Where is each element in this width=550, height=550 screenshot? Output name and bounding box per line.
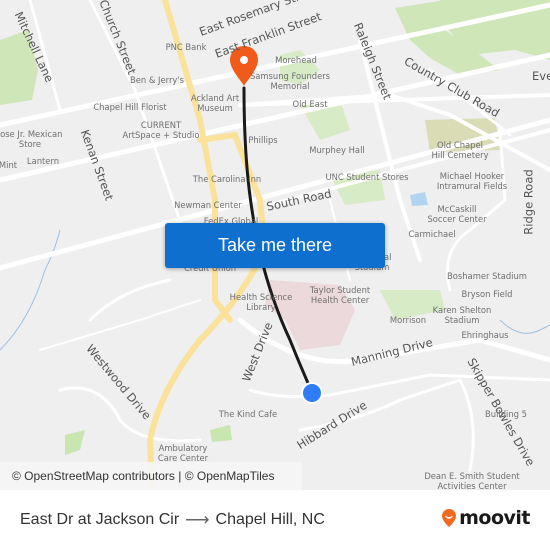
origin-name: East Dr at Jackson Cir (20, 511, 180, 528)
place-label: Old Chapel Hill Cemetery (431, 140, 488, 160)
place-label-line: ArtSpace + Studio (122, 130, 200, 140)
pond (410, 192, 428, 206)
place-label: Chapel Hill Florist (93, 102, 167, 112)
place-label: The Carolina Inn (192, 174, 262, 184)
place-label: Ambulatory Care Center (158, 443, 208, 463)
place-label: Bryson Field (461, 289, 513, 299)
moovit-logo: moovit (441, 507, 530, 529)
place-label: Phillips (248, 135, 278, 145)
map-attribution[interactable]: © OpenStreetMap contributors | © OpenMap… (0, 462, 302, 490)
place-label: Lantern (26, 156, 60, 166)
place-label: Mint (0, 160, 18, 170)
place-label-line: Dean E. Smith Student (424, 471, 520, 481)
street-label: Ridge Road (521, 169, 536, 235)
place-label: PNC Bank (165, 42, 207, 52)
arrow-right-icon: ⟶ (185, 510, 210, 529)
place-label: Samsung Founders Memorial (250, 71, 330, 91)
place-label: The Kind Cafe (218, 409, 278, 419)
place-label: CURRENT ArtSpace + Studio (123, 120, 200, 140)
park-area (65, 430, 85, 455)
place-label: Karen Shelton Stadium (433, 305, 492, 325)
moovit-wordmark: moovit (459, 507, 530, 529)
place-label: Health Science Library (230, 292, 293, 312)
place-label: UNC Student Stores (325, 172, 409, 182)
park-area (210, 425, 232, 442)
place-label-line: Old Chapel (437, 140, 483, 150)
place-label-line: CURRENT (140, 120, 182, 130)
place-label-line: Stadium (444, 315, 480, 325)
place-label: Ben & Jerry's (129, 75, 185, 85)
place-label: Michael Hooker Intramural Fields (437, 171, 507, 191)
place-label: Taylor Student Health Center (310, 285, 370, 305)
place-label-line: Taylor Student (309, 285, 371, 295)
place-label-line: Samsung Founders (249, 71, 331, 81)
place-label-line: Ackland Art (190, 93, 240, 103)
origin-marker (301, 382, 323, 404)
place-label-line: Soccer Center (427, 214, 487, 224)
place-label: Murphey Hall (309, 145, 365, 155)
place-label-line: McCaskill (437, 204, 477, 214)
place-label-line: Ambulatory (158, 443, 208, 453)
place-label-line: Library (246, 302, 276, 312)
take-me-there-button[interactable]: Take me there (165, 223, 385, 268)
place-label-line: Health Science (229, 292, 293, 302)
place-label: Morehead (275, 55, 317, 65)
place-label-line: Jose Jr. Mexican (0, 129, 63, 139)
place-label: McCaskill Soccer Center (427, 204, 486, 224)
place-label-line: Karen Shelton (432, 305, 492, 315)
place-label-line: Health Center (310, 295, 370, 305)
place-label: Ehringhaus (461, 330, 509, 340)
place-label-line: Activities Center (437, 481, 507, 490)
place-label-line: Michael Hooker (439, 171, 505, 181)
place-label: Building 5 (485, 409, 527, 419)
place-label: Dean E. Smith Student Activities Center (424, 471, 519, 490)
street-label: Eve (532, 69, 550, 83)
place-label: Ackland Art Museum (191, 93, 239, 113)
route-title: East Dr at Jackson Cir ⟶ Chapel Hill, NC (20, 510, 325, 530)
place-label: Carmichael (408, 229, 456, 239)
place-label: Old East (292, 99, 328, 109)
place-label: Boshamer Stadium (447, 271, 527, 281)
place-label: Newman Center (174, 200, 242, 210)
place-label-line: Intramural Fields (436, 181, 508, 191)
place-label-line: Memorial (270, 81, 310, 91)
footer: East Dr at Jackson Cir ⟶ Chapel Hill, NC… (0, 490, 550, 550)
map[interactable]: East Rosemary Street East Franklin Stree… (0, 0, 550, 490)
destination-name: Chapel Hill, NC (215, 511, 325, 528)
place-label: Jose Jr. Mexican Store (0, 129, 62, 149)
place-label-line: Store (18, 139, 42, 149)
place-label-line: Hill Cemetery (431, 150, 489, 160)
place-label-line: Museum (197, 103, 233, 113)
place-label: Morrison (389, 315, 427, 325)
moovit-pin-icon (442, 509, 457, 527)
